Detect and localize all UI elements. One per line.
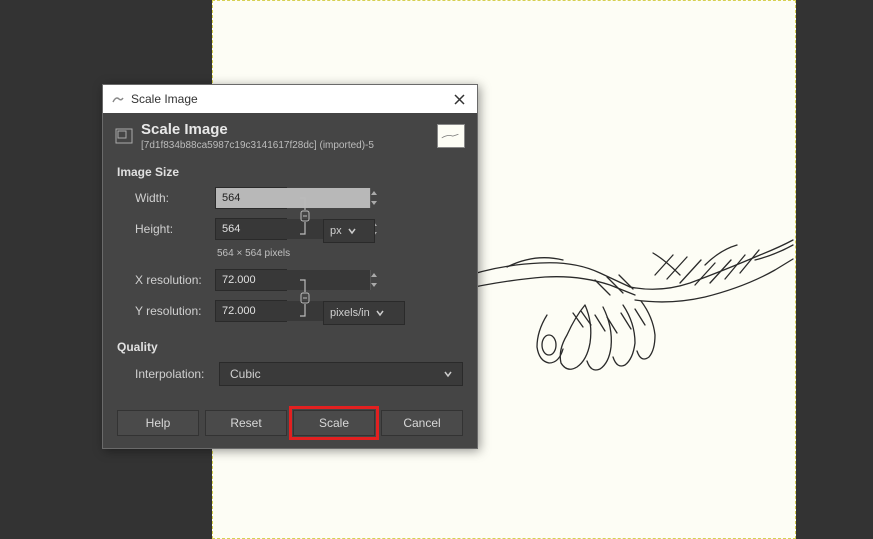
quality-heading: Quality (117, 340, 463, 354)
chevron-up-icon (371, 273, 377, 277)
scale-icon (115, 128, 133, 144)
scale-image-dialog: Scale Image Scale Image [7d1f834b88ca598… (102, 84, 478, 449)
res-unit-value: pixels/in (330, 307, 370, 319)
width-spinner[interactable] (215, 187, 287, 209)
link-size-icon[interactable] (298, 196, 312, 236)
close-button[interactable] (449, 89, 469, 109)
dialog-header: Scale Image [7d1f834b88ca5987c19c3141617… (103, 113, 477, 159)
width-down[interactable] (371, 198, 377, 208)
interpolation-value: Cubic (230, 367, 261, 381)
dimensions-text: 564 × 564 pixels (217, 248, 463, 259)
yres-spinner[interactable] (215, 300, 287, 322)
image-size-heading: Image Size (117, 165, 463, 179)
close-icon (454, 94, 465, 105)
width-label: Width: (135, 191, 215, 205)
xres-up[interactable] (371, 270, 377, 280)
chevron-down-icon (444, 370, 452, 378)
reset-button[interactable]: Reset (205, 410, 287, 436)
size-unit-select[interactable]: px (323, 219, 375, 243)
chevron-down-icon (371, 283, 377, 287)
help-button[interactable]: Help (117, 410, 199, 436)
thumbnail-preview (437, 124, 465, 148)
interpolation-label: Interpolation: (135, 367, 215, 381)
button-row: Help Reset Scale Cancel (103, 400, 477, 448)
height-spinner[interactable] (215, 218, 287, 240)
chevron-down-icon (376, 309, 384, 317)
interpolation-select[interactable]: Cubic (219, 362, 463, 386)
xres-spinner[interactable] (215, 269, 287, 291)
chevron-up-icon (371, 191, 377, 195)
chevron-down-icon (371, 201, 377, 205)
link-resolution-icon[interactable] (298, 278, 312, 318)
xres-down[interactable] (371, 280, 377, 290)
cancel-button[interactable]: Cancel (381, 410, 463, 436)
yres-label: Y resolution: (135, 304, 215, 318)
app-icon (111, 92, 125, 106)
window-title: Scale Image (131, 92, 443, 106)
chevron-down-icon (348, 227, 356, 235)
scale-button[interactable]: Scale (293, 410, 375, 436)
dialog-title: Scale Image (141, 121, 429, 138)
dialog-subtitle: [7d1f834b88ca5987c19c3141617f28dc] (impo… (141, 140, 429, 151)
resolution-unit-select[interactable]: pixels/in (323, 301, 405, 325)
width-up[interactable] (371, 188, 377, 198)
xres-label: X resolution: (135, 273, 215, 287)
height-label: Height: (135, 222, 215, 236)
size-unit-value: px (330, 225, 342, 237)
titlebar[interactable]: Scale Image (103, 85, 477, 113)
